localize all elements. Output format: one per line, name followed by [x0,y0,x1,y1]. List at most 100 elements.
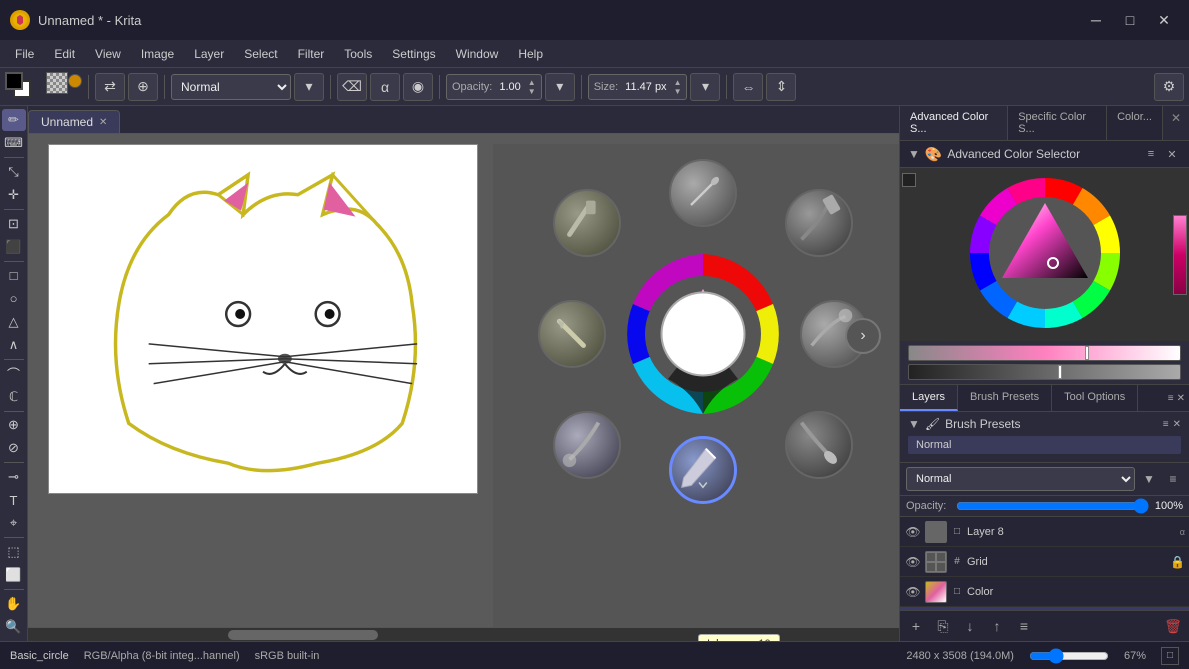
smart-patch-tool[interactable]: ⌖ [2,512,26,534]
layers-settings-btn[interactable]: ≡ [1168,393,1174,404]
delete-layer-button[interactable]: 🗑 [1161,614,1185,638]
copy-layer-button[interactable]: ⎘ [931,614,955,638]
layer-properties-button[interactable]: ≡ [1012,614,1036,638]
fill-tool[interactable]: ⬛ [2,236,26,258]
close-button[interactable]: ✕ [1149,10,1179,30]
canvas-settings-button[interactable]: □ [1161,647,1179,665]
minimize-button[interactable]: ─ [1081,10,1111,30]
opacity-down[interactable]: ▼ [528,87,536,96]
menu-item-help[interactable]: Help [508,43,553,65]
mirror-h-button[interactable]: ⇔ [733,73,763,101]
color-wheel-svg[interactable] [965,173,1125,333]
hue-slider-vertical[interactable] [1173,215,1187,295]
value-slider-thumb[interactable] [1058,365,1062,379]
swap-colors-button[interactable]: ⇄ [95,73,125,101]
brush-popup-next-button[interactable]: › [845,318,881,354]
polygon-tool[interactable]: △ [2,311,26,333]
layers-tab[interactable]: Layers [900,385,958,411]
move-layer-up-button[interactable]: ↑ [985,614,1009,638]
panel-close-button[interactable]: ✕ [1163,106,1189,140]
gradient-slider-thumb[interactable] [1085,346,1089,360]
clone-tool[interactable]: ⊕ [2,414,26,436]
brush-circle-top[interactable] [669,159,737,227]
menu-item-select[interactable]: Select [234,43,287,65]
size-up[interactable]: ▲ [674,78,682,87]
tab-close-button[interactable]: ✕ [99,117,107,128]
settings-button[interactable]: ⚙ [1154,73,1184,101]
document-tab-unnamed[interactable]: Unnamed ✕ [28,110,120,133]
bezier-tool[interactable]: ⌒ [2,363,26,385]
brush-circle-bottom-left[interactable] [553,411,621,479]
gradient-swatch[interactable] [68,74,82,88]
layer-filter-btn[interactable]: ▼ [1139,469,1159,489]
brush-circle-top-right[interactable] [785,189,853,257]
menu-item-view[interactable]: View [85,43,131,65]
layer-options-btn[interactable]: ≡ [1163,469,1183,489]
menu-item-tools[interactable]: Tools [334,43,382,65]
smudge-tool[interactable]: ⊘ [2,437,26,459]
layer-visibility-8[interactable]: 👁 [904,523,922,541]
canvas-content[interactable]: › Ink_gpen_10 [28,134,899,641]
move-layer-down-button[interactable]: ↓ [958,614,982,638]
menu-item-settings[interactable]: Settings [382,43,445,65]
color-picker-tool[interactable]: ⊸ [2,466,26,488]
cs-close-icon[interactable]: ✕ [1163,145,1181,163]
contiguous-selection-tool[interactable]: ⬜ [2,564,26,586]
rectangle-tool[interactable]: □ [2,265,26,287]
opacity-up[interactable]: ▲ [528,78,536,87]
layer-row-grid[interactable]: 👁 # Grid 🔒 [900,547,1189,577]
layer-blend-mode-select[interactable]: Normal Multiply Screen [906,467,1135,491]
drawing-canvas[interactable] [48,144,478,494]
layer-row-8[interactable]: 👁 □ Layer 8 α [900,517,1189,547]
erase-button[interactable]: ⌫ [337,73,367,101]
brush-circle-bottom-selected[interactable] [669,436,737,504]
move-tool[interactable]: ✛ [2,184,26,206]
color-tab[interactable]: Color... [1107,106,1163,140]
foreground-color-swatch[interactable] [5,72,23,90]
layer-opacity-slider[interactable] [956,499,1149,513]
bp-close-btn[interactable]: ✕ [1173,419,1181,430]
menu-item-edit[interactable]: Edit [44,43,85,65]
add-layer-button[interactable]: + [904,614,928,638]
pan-tool[interactable]: ✋ [2,593,26,615]
polyline-tool[interactable]: ∧ [2,334,26,356]
layer-visibility-grid[interactable]: 👁 [904,553,922,571]
freehand-brush-tool[interactable]: ✏ [2,109,26,131]
menu-item-file[interactable]: File [5,43,44,65]
bp-collapse-arrow[interactable]: ▼ [908,417,920,431]
scrollbar-thumb[interactable] [228,630,378,640]
brush-preset-value[interactable]: Normal [908,436,1181,454]
ellipse-tool[interactable]: ○ [2,288,26,310]
menu-item-filter[interactable]: Filter [288,43,335,65]
blend-mode-arrow[interactable]: ▾ [294,73,324,101]
brush-presets-tab[interactable]: Brush Presets [958,385,1052,411]
size-down[interactable]: ▼ [674,87,682,96]
zoom-tool[interactable]: 🔍 [2,616,26,638]
specific-color-tab[interactable]: Specific Color S... [1008,106,1107,140]
menu-item-image[interactable]: Image [131,43,184,65]
calligraphy-tool[interactable]: ℂ [2,386,26,408]
maximize-button[interactable]: □ [1115,10,1145,30]
opacity-expand[interactable]: ▾ [545,73,575,101]
blend-mode-select[interactable]: Normal Multiply Screen Overlay [171,74,291,100]
mirror-v-button[interactable]: ⇕ [766,73,796,101]
menu-item-layer[interactable]: Layer [184,43,234,65]
color-strip-btn-1[interactable] [902,173,916,187]
reset-colors-button[interactable]: ⊕ [128,73,158,101]
transform-tool[interactable]: ⤡ [2,161,26,183]
layer-visibility-color[interactable]: 👁 [904,583,922,601]
freehand-selection-tool[interactable]: ⌨ [2,132,26,154]
zoom-slider[interactable] [1029,650,1109,662]
layer-row-color[interactable]: 👁 □ Color [900,577,1189,607]
menu-item-window[interactable]: Window [446,43,509,65]
cs-settings-icon[interactable]: ≡ [1142,145,1160,163]
brush-circle-bottom-right[interactable] [785,411,853,479]
size-expand[interactable]: ▾ [690,73,720,101]
layers-close-btn[interactable]: ✕ [1177,393,1185,404]
wet-paint-button[interactable]: ◉ [403,73,433,101]
gradient-slider[interactable] [908,345,1181,361]
preserve-alpha-button[interactable]: α [370,73,400,101]
text-tool[interactable]: T [2,489,26,511]
rectangular-selection-tool[interactable]: ⬚ [2,541,26,563]
brush-circle-left[interactable] [538,300,606,368]
